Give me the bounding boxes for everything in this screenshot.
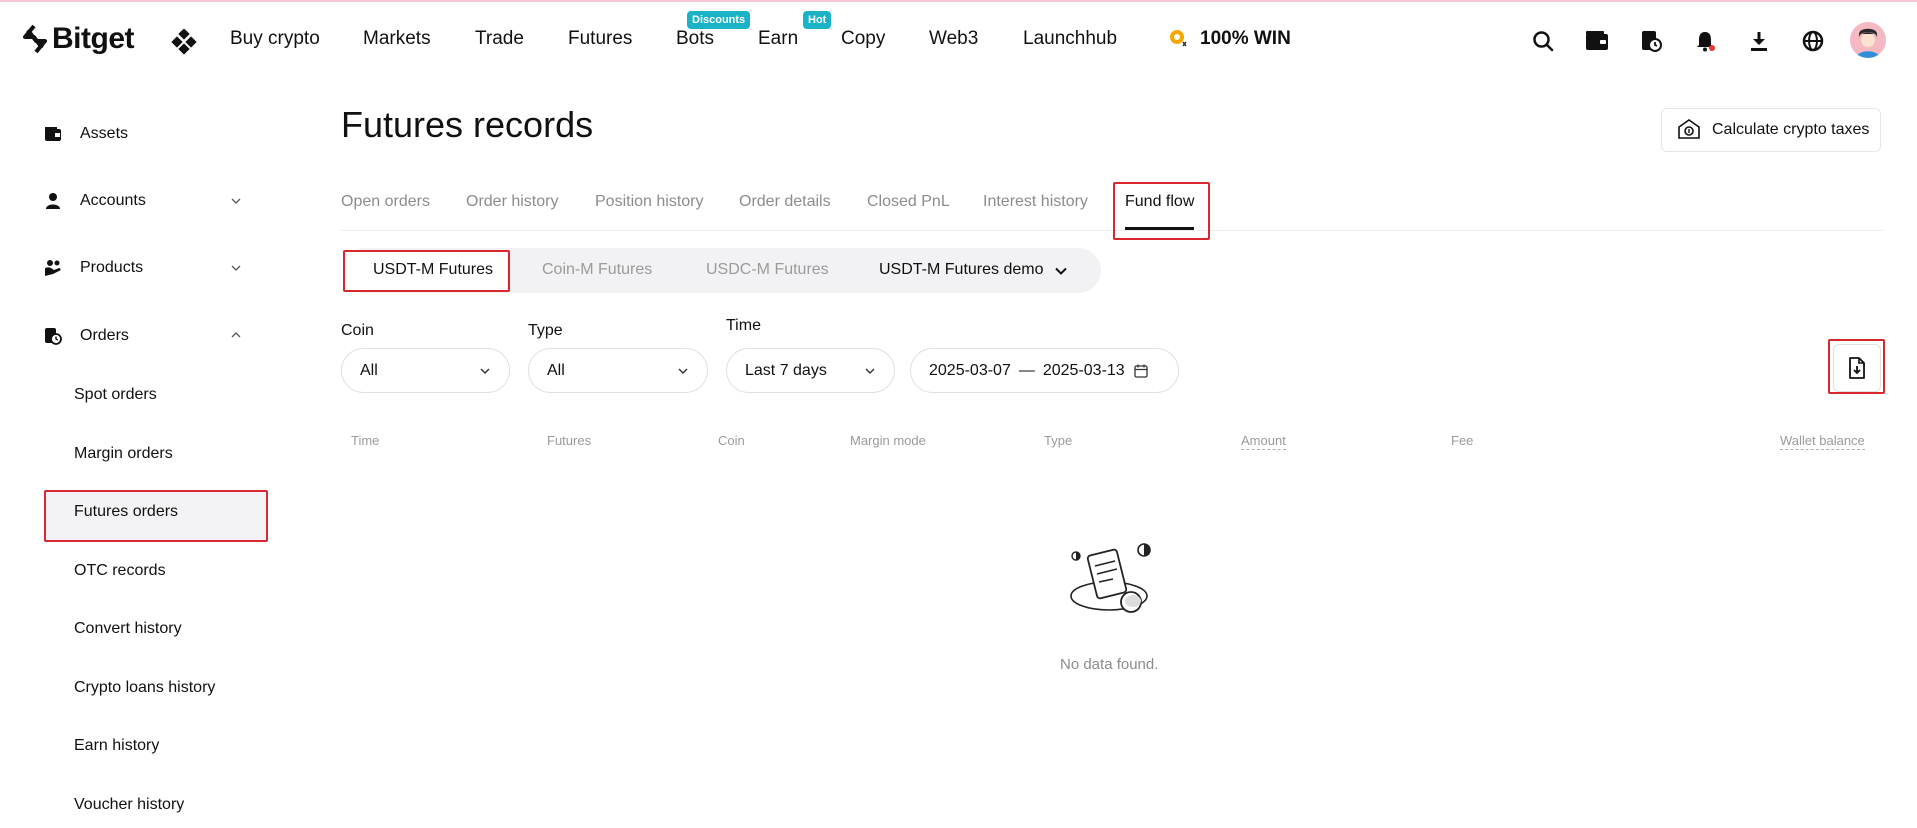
search-icon[interactable]: [1528, 26, 1558, 56]
chevron-down-icon[interactable]: [230, 262, 242, 274]
brand-logo[interactable]: Bitget: [22, 20, 135, 58]
column-header-wallet-balance[interactable]: Wallet balance: [1780, 433, 1865, 450]
nav-futures[interactable]: Futures: [568, 28, 632, 50]
products-icon: [45, 260, 61, 276]
time-filter-label: Time: [726, 317, 761, 334]
calendar-icon[interactable]: [1133, 363, 1149, 379]
wallet-icon: [45, 127, 61, 141]
chevron-down-icon: [865, 368, 875, 374]
tab-order-history[interactable]: Order history: [466, 193, 558, 211]
calculate-taxes-label: Calculate crypto taxes: [1712, 121, 1870, 138]
export-button-highlight: [1828, 339, 1885, 394]
nav-launchhub[interactable]: Launchhub: [1023, 28, 1117, 50]
type-select-value: All: [547, 361, 565, 379]
date-range-picker[interactable]: 2025-03-07 — 2025-03-13: [910, 348, 1179, 393]
tab-fund-flow-highlight: [1113, 182, 1210, 240]
sidebar-subitem-otc-records[interactable]: OTC records: [74, 562, 166, 580]
sidebar-subitem-crypto-loans-history[interactable]: Crypto loans history: [74, 679, 215, 697]
nav-trade[interactable]: Trade: [475, 28, 524, 50]
date-to[interactable]: 2025-03-13: [1043, 362, 1125, 380]
hot-badge: Hot: [803, 11, 832, 29]
coin-filter-label: Coin: [341, 322, 374, 339]
promo-100-win[interactable]: 100% WIN: [1168, 28, 1291, 50]
nav-copy[interactable]: Copy: [841, 28, 885, 50]
orders-icon[interactable]: [1636, 26, 1666, 56]
brand-name: Bitget: [52, 22, 135, 55]
coin-select[interactable]: All: [341, 348, 510, 393]
sidebar-item-accounts[interactable]: Accounts: [44, 181, 146, 221]
sidebar-item-label: Assets: [80, 125, 129, 142]
chevron-down-icon: [678, 368, 688, 374]
column-header-amount[interactable]: Amount: [1241, 433, 1286, 450]
nav-web3[interactable]: Web3: [929, 28, 978, 50]
sidebar-subitem-earn-history[interactable]: Earn history: [74, 737, 159, 755]
type-select[interactable]: All: [528, 348, 708, 393]
column-header-time: Time: [351, 433, 380, 448]
sidebar-item-orders[interactable]: Orders: [44, 316, 129, 356]
nav-markets[interactable]: Markets: [363, 28, 431, 50]
segment-coin-m-futures[interactable]: Coin-M Futures: [542, 261, 652, 279]
apps-icon[interactable]: [171, 29, 197, 55]
chevron-down-icon[interactable]: [230, 195, 242, 207]
wallet-icon[interactable]: [1582, 26, 1612, 56]
orders-icon: [45, 328, 62, 345]
sidebar-subitem-voucher-history[interactable]: Voucher history: [74, 796, 184, 814]
column-header-futures: Futures: [547, 433, 592, 448]
chevron-down-icon: [480, 368, 490, 374]
sidebar-item-assets[interactable]: Assets: [44, 114, 128, 154]
column-header-fee: Fee: [1451, 433, 1474, 448]
promo-label: 100% WIN: [1200, 28, 1291, 49]
download-icon[interactable]: [1744, 26, 1774, 56]
calculate-taxes-button[interactable]: Calculate crypto taxes: [1661, 108, 1881, 152]
column-header-margin-mode: Margin mode: [850, 433, 926, 448]
sidebar-item-products[interactable]: Products: [44, 248, 143, 288]
tab-position-history[interactable]: Position history: [595, 193, 704, 211]
tab-order-details[interactable]: Order details: [739, 193, 831, 211]
globe-icon[interactable]: [1798, 26, 1828, 56]
date-separator: —: [1018, 361, 1035, 379]
coin-icon: [1170, 30, 1187, 47]
tab-interest-history[interactable]: Interest history: [983, 193, 1088, 211]
nav-buy-crypto[interactable]: Buy crypto: [230, 28, 320, 50]
bitget-logo-icon: [23, 24, 47, 54]
avatar[interactable]: [1850, 22, 1886, 58]
sidebar-subitem-margin-orders[interactable]: Margin orders: [74, 445, 173, 463]
type-filter-label: Type: [528, 322, 563, 339]
column-header-type: Type: [1044, 433, 1073, 448]
chevron-up-icon[interactable]: [230, 329, 242, 341]
empty-state-message: No data found.: [1060, 656, 1159, 673]
time-select-value: Last 7 days: [745, 361, 827, 379]
sidebar-subitem-spot-orders[interactable]: Spot orders: [74, 386, 157, 404]
sidebar-item-label: Products: [80, 259, 144, 276]
empty-state-illustration: [1070, 543, 1151, 613]
page-title: Futures records: [341, 104, 594, 145]
user-icon: [46, 193, 60, 209]
sidebar-item-label: Orders: [80, 327, 129, 344]
chevron-down-icon[interactable]: [1054, 264, 1068, 278]
bell-icon[interactable]: [1690, 26, 1720, 56]
sidebar-item-label: Accounts: [80, 192, 146, 209]
tabs-divider: [341, 230, 1883, 231]
sidebar-subitem-convert-history[interactable]: Convert history: [74, 620, 182, 638]
discounts-badge: Discounts: [687, 11, 751, 29]
tab-open-orders[interactable]: Open orders: [341, 193, 430, 211]
coin-select-value: All: [360, 361, 378, 379]
nav-bots[interactable]: Bots: [676, 28, 714, 50]
segment-usdt-m-highlight: [343, 250, 510, 292]
user-avatar-icon: [1850, 22, 1886, 58]
nav-earn[interactable]: Earn: [758, 28, 798, 50]
column-header-coin: Coin: [718, 433, 745, 448]
sidebar-subitem-futures-orders[interactable]: Futures orders: [74, 503, 178, 521]
top-navigation: Bitget Buy crypto Markets Trade Futures …: [0, 2, 1917, 76]
tab-closed-pnl[interactable]: Closed PnL: [867, 193, 950, 211]
time-select[interactable]: Last 7 days: [726, 348, 895, 393]
segment-usdc-m-futures[interactable]: USDC-M Futures: [706, 261, 829, 279]
date-from[interactable]: 2025-03-07: [929, 362, 1011, 380]
segment-usdt-m-futures-demo[interactable]: USDT-M Futures demo: [879, 261, 1043, 279]
tax-calculator-icon: [1678, 119, 1700, 139]
